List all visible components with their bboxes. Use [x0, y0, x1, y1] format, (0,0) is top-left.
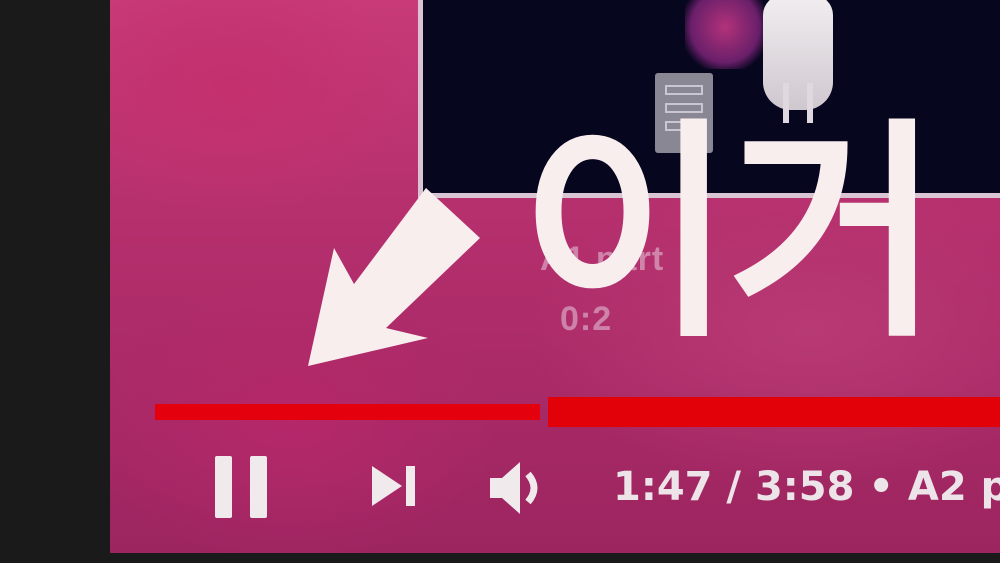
bottom-bar: [0, 553, 1000, 563]
next-icon[interactable]: [368, 460, 420, 512]
pause-icon: [215, 456, 232, 518]
volume-icon[interactable]: [488, 460, 546, 516]
player-controls: 1:47 / 3:58 • A2 pa: [0, 440, 1000, 540]
progress-bar-overlay[interactable]: [548, 397, 1000, 427]
pause-button[interactable]: [215, 456, 269, 518]
thumbnail-figure: [685, 0, 765, 69]
arrow-down-left-icon: [308, 188, 480, 366]
progress-bar-played[interactable]: [155, 404, 540, 420]
overlay-caption: 이거: [520, 99, 941, 369]
time-display: 1:47 / 3:58 • A2 pa: [613, 464, 1000, 510]
